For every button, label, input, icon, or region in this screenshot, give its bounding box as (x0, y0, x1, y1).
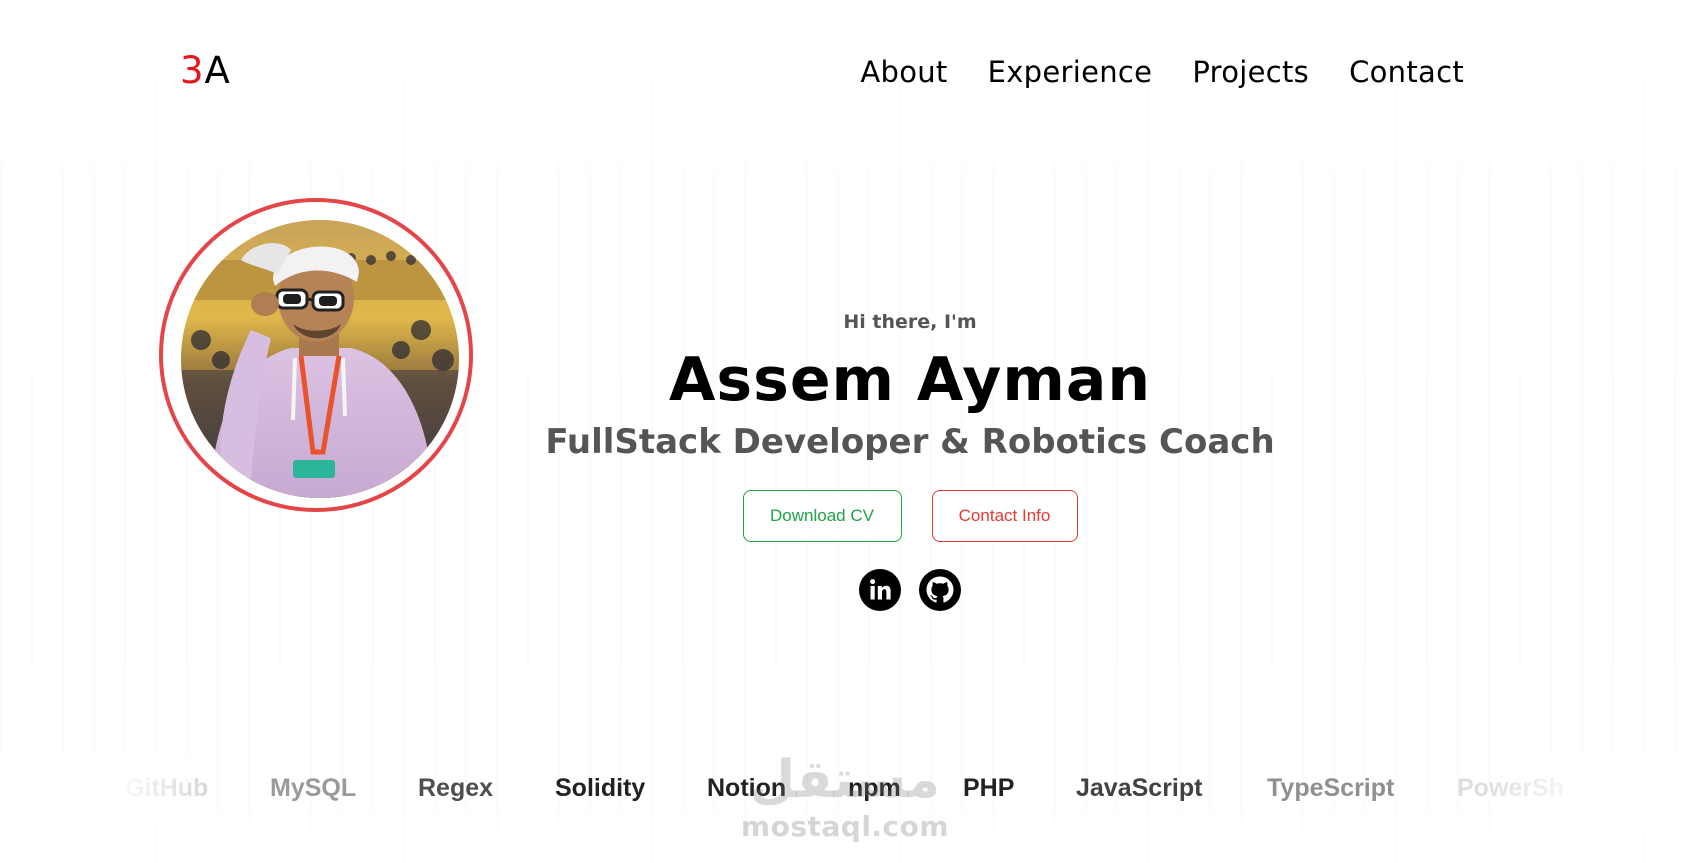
skill-item: Notion (707, 774, 787, 802)
logo-accent: 3 (180, 49, 205, 92)
contact-info-button[interactable]: Contact Info (931, 490, 1078, 542)
nav-link-about[interactable]: About (860, 52, 947, 92)
linkedin-icon[interactable] (859, 569, 901, 611)
skill-item: MySQL (270, 774, 357, 802)
hero-role: FullStack Developer & Robotics Coach (545, 422, 1275, 462)
hero-name: Assem Ayman (668, 345, 1152, 415)
skill-item: npm (848, 774, 901, 802)
skill-item: PowerSh (1457, 774, 1564, 802)
hero-section: Hi there, I'm Assem Ayman FullStack Deve… (520, 300, 1300, 611)
nav-link-projects[interactable]: Projects (1192, 52, 1309, 92)
profile-photo (181, 220, 459, 498)
main-nav: About Experience Projects Contact (860, 52, 1464, 92)
profile-photo-illustration (181, 220, 459, 498)
social-links (520, 569, 1300, 611)
skill-item: Solidity (555, 774, 646, 802)
nav-link-experience[interactable]: Experience (988, 52, 1153, 92)
github-icon[interactable] (919, 569, 961, 611)
skill-item: JavaScript (1076, 774, 1203, 802)
skill-item: TypeScript (1267, 774, 1395, 802)
skill-item: GitHub (125, 774, 209, 802)
skills-marquee: GitHub MySQL Regex Solidity Notion npm P… (0, 765, 1686, 811)
portfolio-page: 3A About Experience Projects Contact Hi … (0, 0, 1686, 863)
download-cv-button[interactable]: Download CV (742, 490, 902, 542)
logo-rest: A (204, 49, 231, 92)
skill-item: Regex (418, 774, 494, 802)
site-logo[interactable]: 3A (180, 48, 231, 94)
watermark-latin-text: mostaql.com (740, 810, 950, 843)
nav-link-contact[interactable]: Contact (1349, 52, 1464, 92)
skill-item: PHP (963, 774, 1015, 802)
hero-button-row: Download CV Contact Info (520, 490, 1300, 542)
hero-greeting: Hi there, I'm (843, 311, 977, 333)
